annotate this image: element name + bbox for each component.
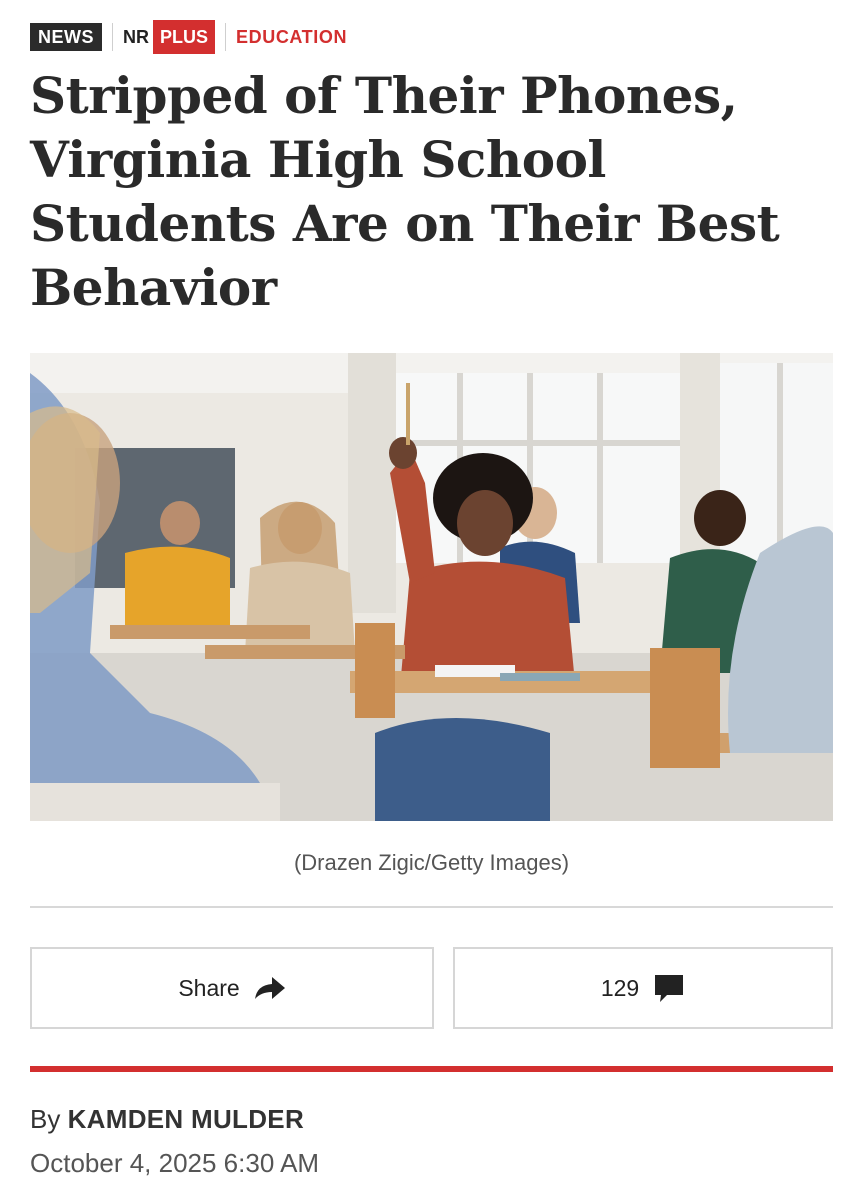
byline: By KAMDEN MULDER [30, 1104, 304, 1135]
hero-image [30, 353, 833, 821]
tag-separator [112, 23, 113, 51]
image-caption: (Drazen Zigic/Getty Images) [293, 850, 570, 875]
share-button[interactable]: Share [30, 947, 434, 1029]
nr-tag[interactable]: NR [123, 27, 149, 48]
divider [30, 906, 833, 908]
comment-count: 129 [600, 974, 640, 1001]
section-tag-education[interactable]: EDUCATION [236, 27, 347, 48]
byline-prefix: By [30, 1104, 61, 1134]
comment-bubble-icon [653, 973, 685, 1003]
article-headline: Stripped of Their Phones, Virginia High … [30, 66, 780, 317]
comments-button[interactable]: 129 [453, 947, 833, 1029]
tag-separator [225, 23, 227, 51]
news-tag[interactable]: NEWS [30, 23, 102, 51]
publish-date: October 4, 2025 6:30 AM [30, 1148, 320, 1178]
classroom-photo [30, 353, 833, 821]
category-tag-bar: NEWS NR PLUS EDUCATION [30, 20, 347, 54]
share-arrow-icon [254, 975, 286, 1001]
author-name[interactable]: KAMDEN MULDER [68, 1104, 304, 1134]
accent-divider [30, 1066, 833, 1072]
plus-tag[interactable]: PLUS [153, 20, 216, 54]
share-label: Share [178, 974, 240, 1001]
